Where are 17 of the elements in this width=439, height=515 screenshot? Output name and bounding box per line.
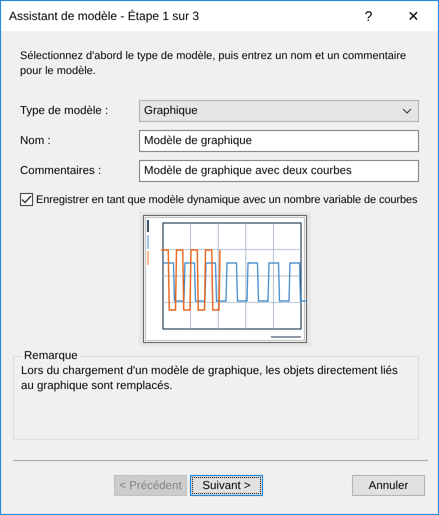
input-field[interactable]: Modèle de graphique avec deux courbes [139, 160, 419, 182]
note-text: Lors du chargement d'un modèle de graphique, les objets directement liés au graphique sont remplacés. [21, 364, 399, 394]
chevron-down-icon [402, 108, 412, 114]
model-type-dropdown[interactable]: Graphique [139, 100, 419, 122]
checkbox-label[interactable]: Enregistrer en tant que modèle dynamique avec un nombre variable de courbes [36, 194, 418, 206]
field-label: Type de modèle : [20, 105, 110, 117]
help-button[interactable]: ? [346, 8, 391, 24]
note-title: Remarque [23, 350, 79, 362]
intro-text: Sélectionnez d'abord le type de modèle, puis entrez un nom et un commentaire pour le modèle. [20, 49, 408, 79]
close-button[interactable]: ✕ [391, 8, 436, 24]
window-title: Assistant de modèle - Étape 1 sur 3 [9, 9, 200, 23]
field-label: Commentaires : [20, 165, 102, 177]
input-field[interactable]: Modèle de graphique [139, 130, 419, 152]
field-label: Nom : [20, 135, 52, 147]
checkbox[interactable] [20, 193, 33, 206]
default-button[interactable]: Suivant > [190, 475, 263, 496]
button[interactable]: Annuler [352, 475, 425, 496]
